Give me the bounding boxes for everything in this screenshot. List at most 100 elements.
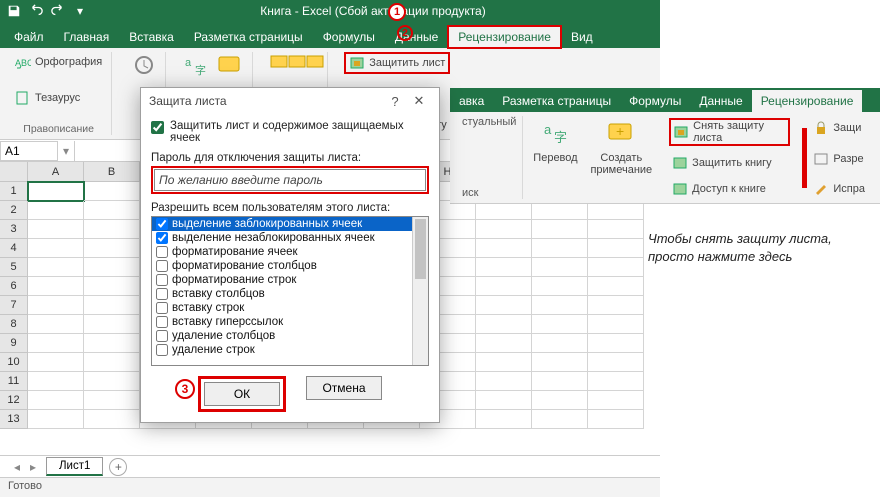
cell[interactable] xyxy=(532,410,588,429)
permission-item[interactable]: форматирование ячеек xyxy=(152,245,428,259)
cell[interactable] xyxy=(476,296,532,315)
permission-item[interactable]: вставку столбцов xyxy=(152,287,428,301)
cell[interactable] xyxy=(588,239,644,258)
dialog-close-icon[interactable]: ✕ xyxy=(407,93,431,109)
tab-home[interactable]: Главная xyxy=(54,26,120,48)
cell[interactable] xyxy=(84,315,140,334)
cell[interactable] xyxy=(588,277,644,296)
spelling-button[interactable]: ABCОрфография xyxy=(12,52,105,72)
translate-icon-small[interactable]: а字 xyxy=(182,52,212,82)
cell[interactable] xyxy=(476,239,532,258)
translate-button[interactable]: а字 Перевод xyxy=(531,116,579,199)
cell[interactable] xyxy=(84,372,140,391)
smart-lookup-icon[interactable] xyxy=(129,52,159,82)
select-all-corner[interactable] xyxy=(0,162,28,181)
cell[interactable] xyxy=(588,372,644,391)
allow-ranges-button[interactable]: Разре xyxy=(810,149,866,169)
cell[interactable] xyxy=(476,353,532,372)
tab-page-layout[interactable]: Разметка страницы xyxy=(184,26,313,48)
cell[interactable] xyxy=(476,372,532,391)
permission-checkbox[interactable] xyxy=(156,246,168,258)
cell[interactable] xyxy=(28,353,84,372)
cell[interactable] xyxy=(84,334,140,353)
protect-contents-check-input[interactable] xyxy=(151,121,164,134)
dialog-help-icon[interactable]: ? xyxy=(383,94,407,109)
cell[interactable] xyxy=(84,182,140,201)
row-header[interactable]: 5 xyxy=(0,258,28,277)
sheet-nav-next-icon[interactable]: ▸ xyxy=(26,460,40,474)
cell[interactable] xyxy=(84,353,140,372)
cancel-button[interactable]: Отмена xyxy=(306,376,382,400)
cell[interactable] xyxy=(588,315,644,334)
ok-button[interactable]: ОК xyxy=(204,382,280,406)
permissions-listbox[interactable]: выделение заблокированных ячееквыделение… xyxy=(151,216,429,366)
cell[interactable] xyxy=(588,391,644,410)
tab-insert[interactable]: Вставка xyxy=(119,26,184,48)
row-header[interactable]: 12 xyxy=(0,391,28,410)
cell[interactable] xyxy=(28,334,84,353)
cell[interactable] xyxy=(28,410,84,429)
column-header[interactable]: A xyxy=(28,162,84,181)
cell[interactable] xyxy=(84,258,140,277)
permission-checkbox[interactable] xyxy=(156,302,168,314)
cell[interactable] xyxy=(588,410,644,429)
tab2-review[interactable]: Рецензирование xyxy=(752,90,863,112)
row-header[interactable]: 3 xyxy=(0,220,28,239)
cell[interactable] xyxy=(28,372,84,391)
cell[interactable] xyxy=(588,334,644,353)
row-header[interactable]: 4 xyxy=(0,239,28,258)
thesaurus-button[interactable]: Тезаурус xyxy=(12,88,83,108)
permission-item[interactable]: удаление столбцов xyxy=(152,329,428,343)
cell[interactable] xyxy=(28,315,84,334)
tab-formulas[interactable]: Формулы xyxy=(313,26,385,48)
row-header[interactable]: 1 xyxy=(0,182,28,201)
cell[interactable] xyxy=(588,258,644,277)
name-box-dropdown-icon[interactable]: ▾ xyxy=(58,144,74,158)
tab-data[interactable]: Данные xyxy=(385,26,448,48)
protect-workbook-button-2[interactable]: Защитить книгу xyxy=(669,153,775,173)
row-header[interactable]: 13 xyxy=(0,410,28,429)
qat-dropdown-icon[interactable]: ▾ xyxy=(70,2,90,20)
cell[interactable] xyxy=(532,296,588,315)
tab2-formulas[interactable]: Формулы xyxy=(620,90,690,112)
permission-item[interactable]: форматирование столбцов xyxy=(152,259,428,273)
scrollbar-thumb[interactable] xyxy=(415,219,426,279)
cell[interactable] xyxy=(28,391,84,410)
tab2-data[interactable]: Данные xyxy=(690,90,751,112)
permission-item[interactable]: удаление строк xyxy=(152,343,428,357)
permission-checkbox[interactable] xyxy=(156,274,168,286)
cell[interactable] xyxy=(476,334,532,353)
row-header[interactable]: 9 xyxy=(0,334,28,353)
permission-checkbox[interactable] xyxy=(156,330,168,342)
cell[interactable] xyxy=(532,353,588,372)
permission-checkbox[interactable] xyxy=(156,218,168,230)
row-header[interactable]: 8 xyxy=(0,315,28,334)
cell[interactable] xyxy=(532,220,588,239)
cell[interactable] xyxy=(84,410,140,429)
password-input[interactable] xyxy=(154,169,426,191)
cell[interactable] xyxy=(588,220,644,239)
protect-contents-checkbox[interactable]: Защитить лист и содержимое защищаемых яч… xyxy=(151,120,429,144)
add-sheet-button[interactable]: + xyxy=(109,458,127,476)
cell[interactable] xyxy=(532,391,588,410)
cell[interactable] xyxy=(532,334,588,353)
undo-icon[interactable] xyxy=(26,2,46,20)
permission-item[interactable]: вставку строк xyxy=(152,301,428,315)
tab-view[interactable]: Вид xyxy=(561,26,603,48)
cell[interactable] xyxy=(476,220,532,239)
protect-sheet-button[interactable]: Защитить лист xyxy=(344,52,450,74)
cell[interactable] xyxy=(532,277,588,296)
comment-icon-1[interactable] xyxy=(269,52,285,68)
cell[interactable] xyxy=(84,296,140,315)
redo-icon[interactable] xyxy=(48,2,68,20)
cell[interactable] xyxy=(532,258,588,277)
sheet-tab-1[interactable]: Лист1 xyxy=(46,457,103,476)
cell[interactable] xyxy=(28,201,84,220)
cell[interactable] xyxy=(84,220,140,239)
cell[interactable] xyxy=(476,277,532,296)
cell[interactable] xyxy=(532,372,588,391)
permission-checkbox[interactable] xyxy=(156,344,168,356)
cell[interactable] xyxy=(532,315,588,334)
cell[interactable] xyxy=(28,277,84,296)
comment-icon-3[interactable] xyxy=(305,52,321,68)
